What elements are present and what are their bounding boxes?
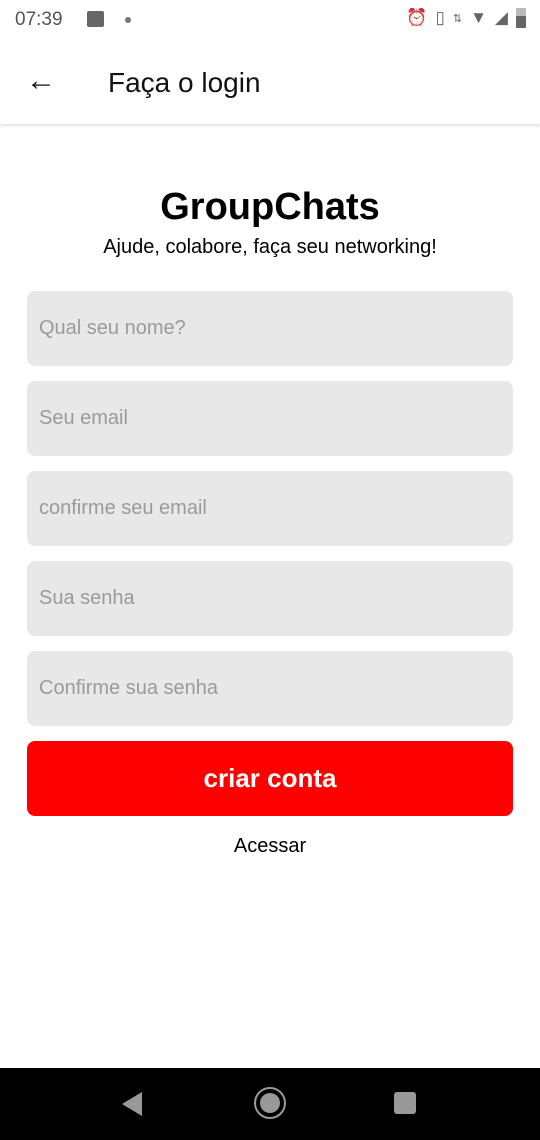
data-arrows-icon: ⇅ [452,12,463,25]
app-bar: ← Faça o login [0,40,540,124]
signal-icon: ◢ [494,8,508,27]
page-title: Faça o login [108,67,261,98]
nav-recents-icon[interactable] [394,1092,416,1114]
nav-back-icon[interactable] [122,1092,142,1116]
email-input[interactable] [27,381,513,456]
dot-icon [125,17,131,23]
nav-home-icon[interactable] [254,1087,286,1119]
confirm-email-input[interactable] [27,471,513,546]
alarm-icon: ⏰ [406,8,428,27]
name-input[interactable] [27,291,513,366]
password-input[interactable] [27,561,513,636]
image-icon [87,11,104,27]
create-account-button[interactable]: criar conta [27,741,513,816]
arrow-left-icon[interactable]: ← [26,64,56,98]
status-time: 07:39 [15,9,63,30]
vibrate-icon: ▯ [435,8,445,27]
login-link[interactable]: Acessar [0,835,540,858]
navigation-bar [0,1068,540,1140]
confirm-password-input[interactable] [27,651,513,726]
app-name: GroupChats [160,186,380,228]
tagline: Ajude, colabore, faça seu networking! [103,236,437,258]
status-bar: 07:39 ⏰ ▯ ⇅ ▼ ◢ [0,0,540,40]
wifi-icon: ▼ [470,8,487,27]
battery-icon [516,8,526,28]
